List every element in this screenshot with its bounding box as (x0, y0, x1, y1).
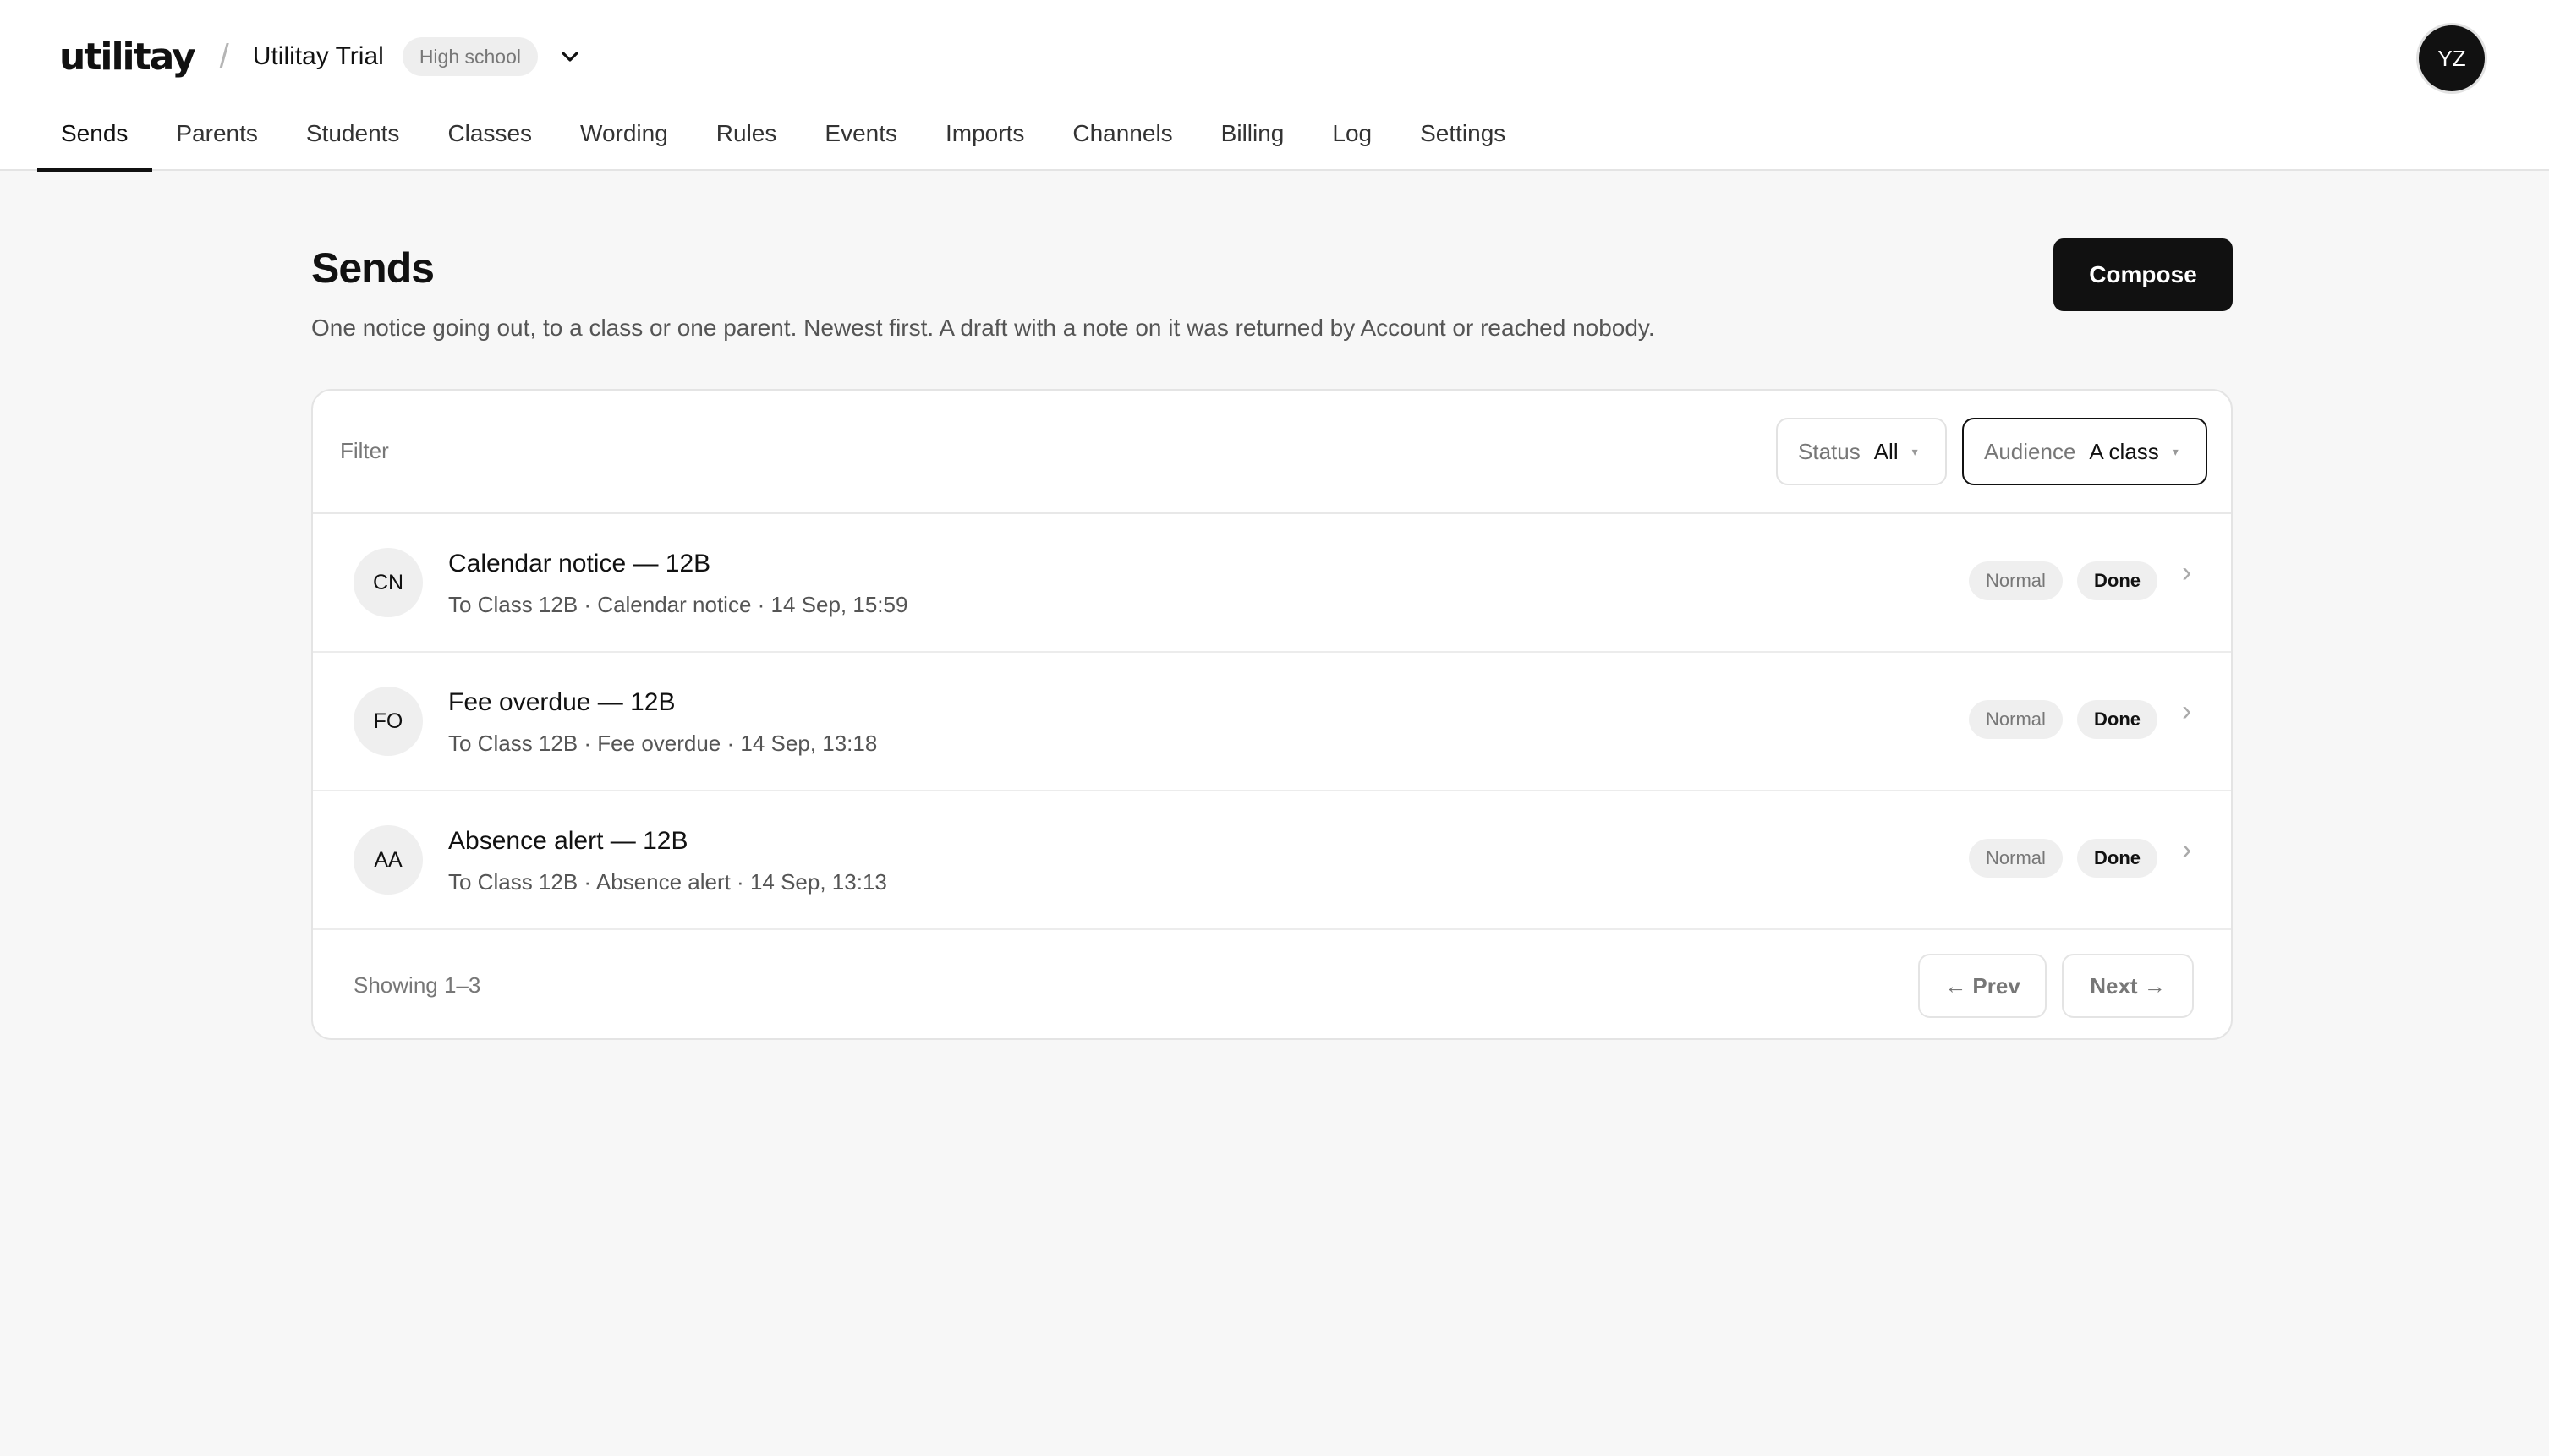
nav-tab-students[interactable]: Students (282, 108, 425, 171)
nav-tab-billing[interactable]: Billing (1198, 108, 1309, 171)
filter-label: Filter (340, 438, 389, 463)
nav-tab-parents[interactable]: Parents (152, 108, 282, 171)
status-filter-select[interactable]: Status All ▾ (1776, 418, 1947, 485)
nav-tab-events[interactable]: Events (801, 108, 922, 171)
nav-tab-sends[interactable]: Sends (37, 108, 153, 172)
filter-bar: Filter Status All ▾ Audience A class ▾ (313, 391, 2231, 514)
chevron-right-icon: › (2182, 556, 2192, 588)
send-title: Calendar notice — 12B (448, 550, 711, 577)
utilitay-logo[interactable]: utilitay (59, 36, 196, 79)
prev-page-button[interactable]: ← Prev (1918, 954, 2047, 1018)
audience-filter-label: Audience (1984, 438, 2076, 464)
chevron-right-icon: › (2182, 834, 2192, 866)
send-meta: To Class 12B · Absence alert · 14 Sep, 1… (448, 869, 887, 895)
send-avatar: AA (354, 825, 423, 895)
nav-tab-settings[interactable]: Settings (1396, 108, 1530, 171)
status-filter-label: Status (1798, 438, 1861, 464)
status-filter-value: All (1873, 438, 1899, 464)
status-badge: Done (2077, 700, 2157, 739)
compose-button[interactable]: Compose (2053, 238, 2233, 311)
org-type-badge: High school (402, 37, 538, 76)
top-bar: utilitay / Utilitay Trial High school YZ… (0, 0, 2549, 172)
send-avatar: CN (354, 548, 423, 617)
send-row[interactable]: CN Calendar notice — 12B To Class 12B · … (313, 514, 2231, 653)
caret-down-icon: ▾ (1911, 444, 1918, 458)
brand-row: utilitay / Utilitay Trial High school (59, 25, 587, 88)
send-title: Fee overdue — 12B (448, 688, 676, 716)
showing-count: Showing 1–3 (354, 972, 481, 998)
status-badge: Done (2077, 561, 2157, 600)
send-meta: To Class 12B · Calendar notice · 14 Sep,… (448, 592, 908, 617)
org-name[interactable]: Utilitay Trial (253, 42, 384, 71)
send-row[interactable]: AA Absence alert — 12B To Class 12B · Ab… (313, 791, 2231, 930)
chevron-down-icon[interactable] (553, 40, 587, 74)
send-title: Absence alert — 12B (448, 827, 688, 855)
breadcrumb-separator: / (219, 37, 229, 75)
chevron-right-icon: › (2182, 695, 2192, 727)
priority-badge: Normal (1969, 700, 2063, 739)
next-page-button[interactable]: Next → (2062, 954, 2194, 1018)
nav-tab-wording[interactable]: Wording (556, 108, 693, 171)
nav-tab-imports[interactable]: Imports (922, 108, 1049, 171)
priority-badge: Normal (1969, 561, 2063, 600)
nav-tab-rules[interactable]: Rules (693, 108, 802, 171)
audience-filter-value: A class (2089, 438, 2159, 464)
user-avatar[interactable]: YZ (2419, 25, 2485, 91)
nav-tab-channels[interactable]: Channels (1049, 108, 1197, 171)
status-badge: Done (2077, 839, 2157, 878)
pagination-bar: Showing 1–3 ← Prev Next → (313, 930, 2231, 1038)
caret-down-icon: ▾ (2172, 444, 2179, 458)
send-avatar: FO (354, 687, 423, 756)
nav-tab-log[interactable]: Log (1308, 108, 1396, 171)
send-meta: To Class 12B · Fee overdue · 14 Sep, 13:… (448, 731, 878, 756)
nav-tab-classes[interactable]: Classes (424, 108, 556, 171)
page-title: Sends (311, 244, 435, 292)
audience-filter-select[interactable]: Audience A class ▾ (1962, 418, 2207, 485)
sends-card: Filter Status All ▾ Audience A class ▾ C… (311, 389, 2233, 1040)
send-row[interactable]: FO Fee overdue — 12B To Class 12B · Fee … (313, 653, 2231, 791)
page-description: One notice going out, to a class or one … (311, 315, 1655, 341)
priority-badge: Normal (1969, 839, 2063, 878)
main-nav: Sends Parents Students Classes Wording R… (37, 108, 1530, 172)
